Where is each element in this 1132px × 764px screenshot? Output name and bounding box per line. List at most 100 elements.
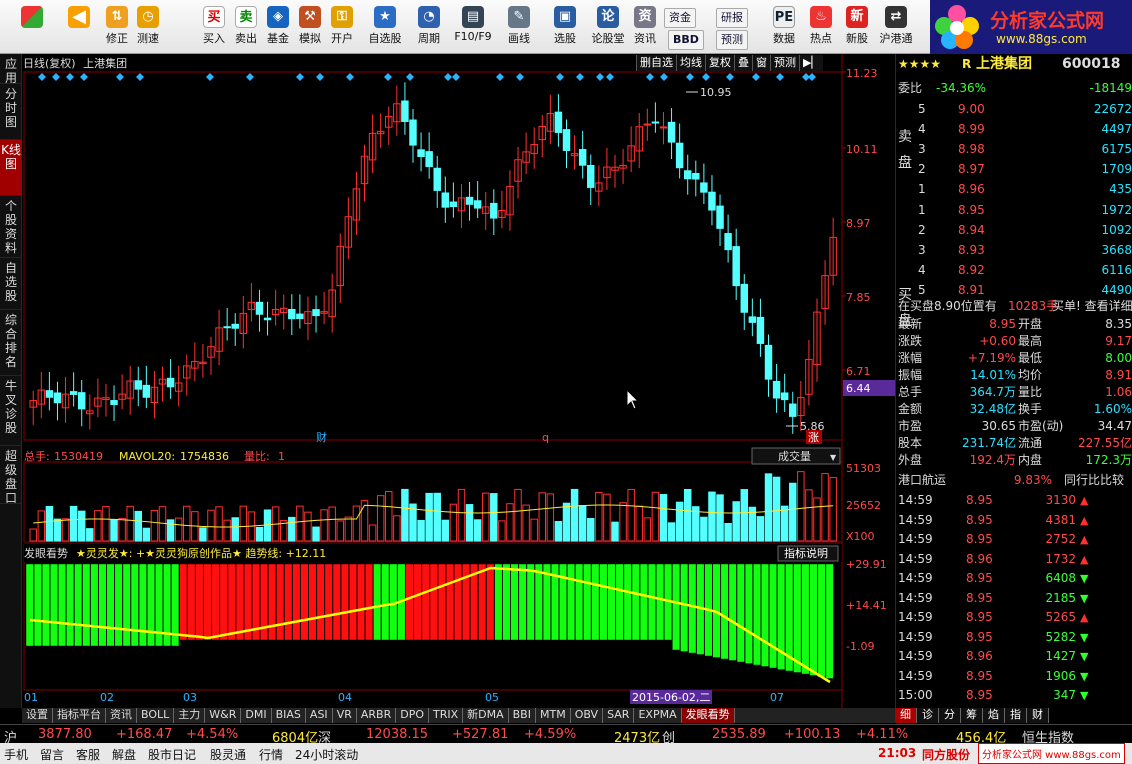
- right-tab-2[interactable]: 分: [939, 708, 961, 723]
- capital-button[interactable]: 资金: [664, 8, 696, 28]
- status-item-3[interactable]: 解盘: [112, 746, 136, 763]
- candle-body: [368, 132, 377, 161]
- status-item-7[interactable]: 24小时滚动: [295, 746, 358, 763]
- indicator-tab-16[interactable]: OBV: [571, 708, 604, 723]
- side-tab-2[interactable]: K线图: [0, 140, 22, 196]
- indicator-tab-19[interactable]: 发眼看势: [681, 708, 735, 723]
- back-button[interactable]: ◀: [64, 4, 94, 52]
- grid-menu-icon[interactable]: [18, 4, 46, 52]
- shhk-connect-button[interactable]: ⇄ 沪港通: [874, 4, 918, 52]
- right-tab-4[interactable]: 焰: [983, 708, 1005, 723]
- indicator-tab-9[interactable]: VR: [333, 708, 357, 723]
- indicator-tab-14[interactable]: BBI: [509, 708, 536, 723]
- status-item-6[interactable]: 行情: [259, 746, 283, 763]
- down-arrow-icon: ▼: [1080, 650, 1089, 663]
- side-tab-3[interactable]: 个股资料: [0, 196, 22, 258]
- f10-button[interactable]: ▤ F10/F9: [452, 4, 494, 52]
- indicator-bar: [688, 563, 697, 654]
- news-button[interactable]: 资资讯: [630, 4, 660, 52]
- new-stock-button[interactable]: 新新股: [840, 4, 874, 52]
- bbd-button[interactable]: BBD: [668, 30, 704, 50]
- chart-top-button-4[interactable]: 窗: [752, 55, 770, 71]
- tick-price: 8.96: [966, 649, 993, 663]
- period-button[interactable]: ◔ 周期: [410, 4, 448, 52]
- right-tab-6[interactable]: 财: [1027, 708, 1049, 723]
- candle-body: [506, 185, 514, 216]
- chart-top-button-1[interactable]: 均线: [676, 55, 705, 71]
- indicator-bar: [680, 563, 689, 652]
- status-item-2[interactable]: 客服: [76, 746, 100, 763]
- side-tab-1[interactable]: 分时图: [0, 84, 22, 140]
- sz-change: +527.81: [452, 727, 509, 742]
- bid-volume: 4490: [1101, 283, 1132, 297]
- indicator-tab-12[interactable]: TRIX: [429, 708, 464, 723]
- indicator-bar: [583, 563, 592, 641]
- indicator-tab-17[interactable]: SAR: [603, 708, 635, 723]
- indicator-tab-4[interactable]: 主力: [174, 708, 206, 723]
- right-tab-0[interactable]: 细: [895, 708, 917, 723]
- tick-row: 14:59 8.95 4381 ▲: [896, 512, 1132, 529]
- speed-test-button[interactable]: ◷ 测速: [134, 4, 162, 52]
- status-item-1[interactable]: 留言: [40, 746, 64, 763]
- tick-time: 14:59: [898, 668, 933, 683]
- indicator-tab-18[interactable]: EXPMA: [634, 708, 682, 723]
- right-tab-5[interactable]: 指: [1005, 708, 1027, 723]
- forum-button[interactable]: 论论股堂: [588, 4, 628, 52]
- side-tab-6[interactable]: 牛叉诊股: [0, 376, 22, 446]
- chart-top-button-0[interactable]: 删自选: [636, 55, 676, 71]
- indicator-tab-7[interactable]: BIAS: [272, 708, 306, 723]
- event-diamond-icon: [752, 73, 760, 81]
- indicator-tab-6[interactable]: DMI: [241, 708, 272, 723]
- simulate-button[interactable]: ⚒ 模拟: [296, 4, 324, 52]
- fund-button[interactable]: ◈ 基金: [264, 4, 292, 52]
- indicator-tab-11[interactable]: DPO: [396, 708, 429, 723]
- volume-bar: [320, 509, 328, 542]
- volume-bar: [611, 521, 619, 542]
- chart-top-button-2[interactable]: 复权: [705, 55, 734, 71]
- stat-label2: 换手: [1018, 402, 1043, 416]
- status-item-0[interactable]: 手机: [4, 746, 28, 763]
- indicator-tab-0[interactable]: 设置: [22, 708, 53, 723]
- indicator-bar: [551, 563, 559, 641]
- status-item-4[interactable]: 股市日记: [148, 746, 196, 763]
- mouse-cursor-icon: [626, 388, 640, 410]
- watchlist-button[interactable]: ★ 自选股: [364, 4, 406, 52]
- forecast-button[interactable]: 预测: [716, 30, 748, 50]
- cy-change: +100.13: [784, 727, 841, 742]
- research-button[interactable]: 研报: [716, 8, 748, 28]
- indicator-tab-13[interactable]: 新DMA: [463, 708, 509, 723]
- chart-top-button-5[interactable]: 预测: [770, 55, 799, 71]
- side-tab-5[interactable]: 综合排名: [0, 310, 22, 376]
- tick-volume: 6408: [1045, 571, 1076, 585]
- indicator-bar: [122, 563, 131, 647]
- sell-button[interactable]: 卖卖出: [232, 4, 260, 52]
- chart-top-button-6[interactable]: ▶▏: [799, 55, 823, 71]
- indicator-tab-1[interactable]: 指标平台: [53, 708, 106, 723]
- indicator-tab-15[interactable]: MTM: [536, 708, 571, 723]
- buy-button[interactable]: 买买入: [200, 4, 228, 52]
- indicator-bar: [340, 563, 349, 641]
- side-tab-7[interactable]: 超级盘口: [0, 446, 22, 505]
- side-tab-4[interactable]: 自选股: [0, 258, 22, 310]
- stat-label: 振幅: [898, 368, 923, 382]
- status-item-5[interactable]: 股灵通: [210, 746, 246, 763]
- indicator-tab-8[interactable]: ASI: [306, 708, 333, 723]
- hotspot-button[interactable]: ♨ 热点: [804, 4, 838, 52]
- indicator-tab-3[interactable]: BOLL: [137, 708, 175, 723]
- indicator-tab-5[interactable]: W&R: [205, 708, 242, 723]
- event-diamond-icon: [776, 73, 784, 81]
- chart-top-button-3[interactable]: 叠: [734, 55, 752, 71]
- open-account-button[interactable]: ⚿ 开户: [328, 4, 356, 52]
- data-button[interactable]: PE 数据: [766, 4, 802, 52]
- draw-line-button[interactable]: ✎ 画线: [500, 4, 538, 52]
- indicator-bar: [486, 563, 495, 641]
- right-tab-3[interactable]: 筹: [961, 708, 983, 723]
- indicator-tab-10[interactable]: ARBR: [357, 708, 397, 723]
- stock-select-button[interactable]: ▣ 选股: [546, 4, 584, 52]
- side-tab-0[interactable]: 应用: [0, 54, 22, 85]
- edit-button[interactable]: ⇅ 修正: [104, 4, 130, 52]
- indicator-help-button[interactable]: [777, 545, 839, 562]
- indicator-tab-2[interactable]: 资讯: [106, 708, 137, 723]
- bid-volume: 1972: [1101, 203, 1132, 217]
- right-tab-1[interactable]: 诊: [917, 708, 939, 723]
